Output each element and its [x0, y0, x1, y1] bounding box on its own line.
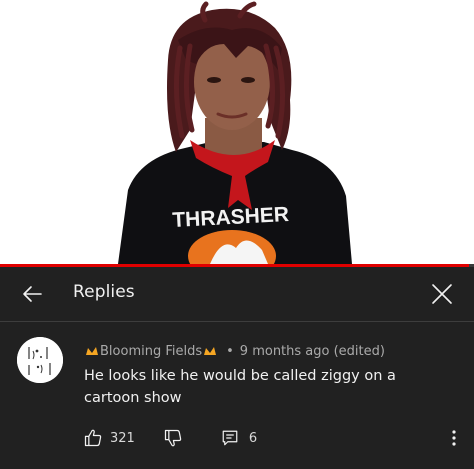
more-vert-icon: [452, 430, 456, 446]
page-title: Replies: [73, 282, 135, 302]
meta-separator: •: [226, 343, 234, 359]
avatar-image: [17, 337, 63, 383]
dislike-button[interactable]: [163, 428, 183, 448]
comment-meta: Blooming Fields • 9 months ago (edited): [84, 342, 385, 360]
back-button[interactable]: [14, 276, 50, 312]
reply-count: 6: [248, 430, 258, 446]
replies-header: Replies: [0, 267, 474, 322]
video-frame: THRASHER: [118, 1, 352, 264]
comment-actions: 321 6: [83, 426, 257, 450]
comment: Blooming Fields • 9 months ago (edited) …: [0, 322, 474, 469]
like-button[interactable]: 321: [83, 428, 135, 448]
thumbs-up-icon: [84, 429, 102, 447]
replies-panel: Replies Blooming Fields • 9 months ago (…: [0, 267, 474, 469]
arrow-left-icon: [23, 286, 42, 302]
like-count: 321: [110, 430, 135, 446]
video-player[interactable]: THRASHER: [0, 0, 474, 264]
more-options-button[interactable]: [444, 424, 464, 452]
comment-timestamp: 9 months ago (edited): [239, 343, 385, 359]
close-icon: [432, 284, 452, 304]
thumbs-down-icon: [164, 429, 182, 447]
close-button[interactable]: [424, 276, 460, 312]
comment-icon: [222, 430, 238, 446]
crown-icon: [203, 346, 217, 356]
comment-author[interactable]: Blooming Fields: [100, 344, 202, 359]
crown-icon: [85, 346, 99, 356]
comment-text: He looks like he would be called ziggy o…: [84, 368, 396, 406]
reply-button[interactable]: 6: [221, 429, 257, 447]
avatar[interactable]: [17, 337, 63, 383]
